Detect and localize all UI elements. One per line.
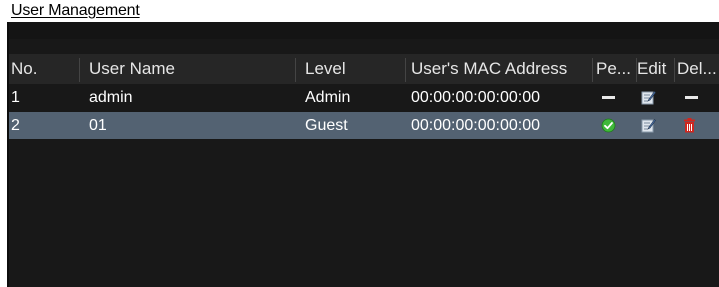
column-header-user-name[interactable]: User Name [89,54,289,84]
cell-level: Admin [305,89,351,106]
page-title: User Management [11,2,140,19]
cell-no: 2 [11,117,20,134]
column-divider[interactable] [295,58,296,82]
column-header-no[interactable]: No. [11,54,77,84]
cell-no: 1 [11,89,20,106]
column-header-edit[interactable]: Edit [637,54,673,84]
table-header: No. User Name Level User's MAC Address P… [9,54,719,84]
edit-icon[interactable] [641,90,656,105]
column-header-permission[interactable]: Pe... [596,54,636,84]
cell-mac-address: 00:00:00:00:00:00 [411,117,541,134]
table-row[interactable]: 1 admin Admin 00:00:00:00:00:00 [9,84,719,111]
cell-user-name: admin [89,89,133,106]
dash-icon [685,96,698,99]
title-bar: User Management [0,0,719,22]
column-divider[interactable] [79,58,80,82]
edit-icon[interactable] [641,118,656,133]
column-divider[interactable] [405,58,406,82]
table-row[interactable]: 2 01 Guest 00:00:00:00:00:00 [9,112,719,139]
column-header-level[interactable]: Level [305,54,401,84]
panel-top-strip [7,22,719,39]
cell-level: Guest [305,117,348,134]
column-header-mac-address[interactable]: User's MAC Address [411,54,591,84]
trash-icon[interactable] [682,118,697,133]
cell-user-name: 01 [89,117,107,134]
column-divider[interactable] [674,58,675,82]
column-header-delete[interactable]: Del... [677,54,719,84]
dash-icon [602,96,615,99]
cell-mac-address: 00:00:00:00:00:00 [411,89,541,106]
column-divider[interactable] [592,58,593,82]
check-circle-icon[interactable] [601,118,616,133]
